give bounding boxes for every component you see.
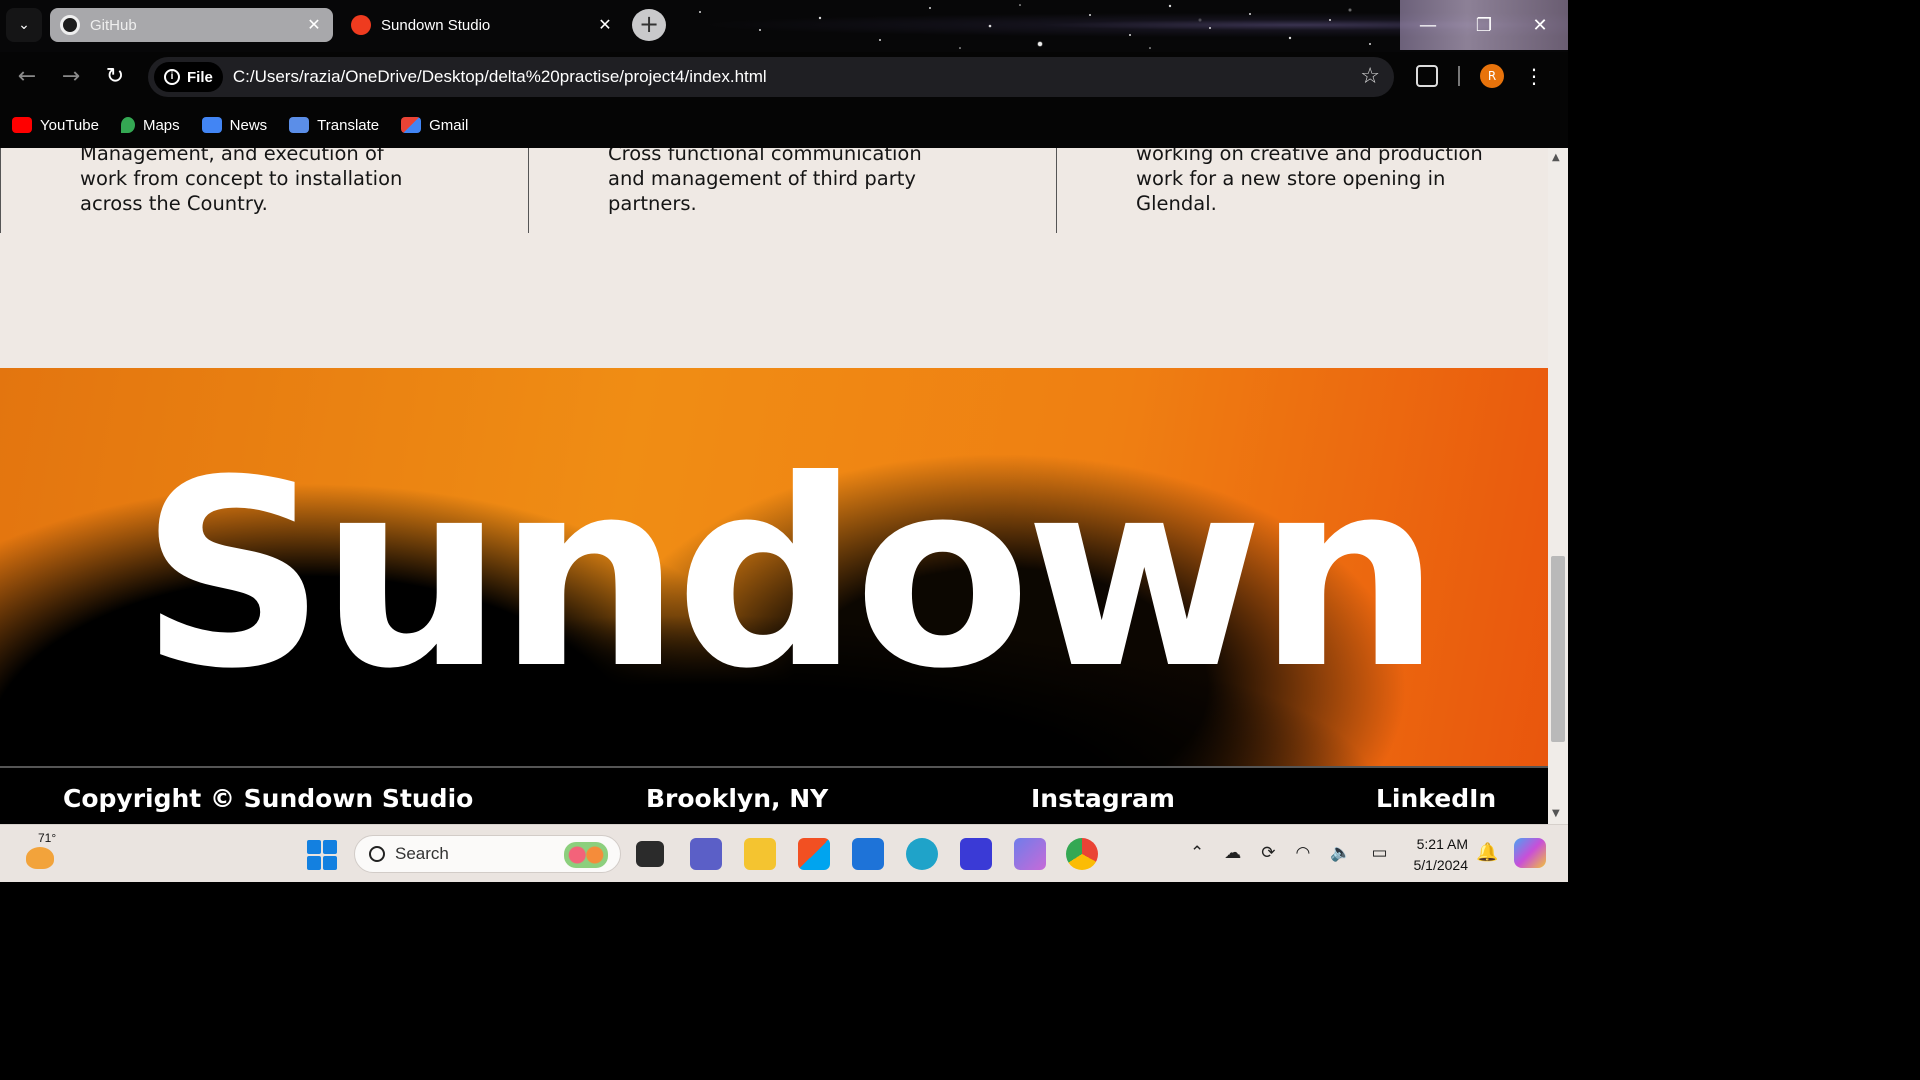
service-cards: Management, and execution of work from c… <box>0 148 1548 233</box>
service-card: Management, and execution of work from c… <box>0 148 529 233</box>
close-tab-icon[interactable]: ✕ <box>305 15 323 35</box>
volume-icon[interactable]: 🔈 <box>1330 843 1351 863</box>
extensions-icon[interactable] <box>1416 65 1438 87</box>
bookmark-news[interactable]: News <box>201 117 267 134</box>
info-icon: i <box>164 69 180 85</box>
footer-location: Brooklyn, NY <box>646 784 829 813</box>
microsoft-store-icon[interactable] <box>798 838 830 870</box>
close-tab-icon[interactable]: ✕ <box>596 15 614 35</box>
forward-arrow-icon[interactable]: → <box>56 62 86 92</box>
github-icon <box>60 15 80 35</box>
site-footer: Copyright © Sundown Studio Brooklyn, NY … <box>0 766 1548 824</box>
sundown-favicon-icon <box>351 15 371 35</box>
weather-icon <box>26 847 54 869</box>
teams-icon[interactable] <box>690 838 722 870</box>
onedrive-icon[interactable]: ☁ <box>1224 843 1241 863</box>
restore-icon[interactable]: ❐ <box>1456 0 1512 50</box>
bookmarks-bar: YouTube Maps News Translate Gmail <box>0 102 1568 148</box>
tab-github[interactable]: GitHub ✕ <box>50 8 333 42</box>
browser-toolbar: ← → ↻ i File C:/Users/razia/OneDrive/Des… <box>0 52 1568 102</box>
tab-sundown-studio[interactable]: Sundown Studio ✕ <box>341 8 624 42</box>
task-view-icon[interactable] <box>636 841 664 867</box>
scrollbar-thumb[interactable] <box>1551 556 1565 742</box>
news-icon <box>201 117 222 133</box>
bookmark-gmail[interactable]: Gmail <box>401 117 468 134</box>
profile-avatar[interactable]: R <box>1480 64 1504 88</box>
chevron-up-icon[interactable]: ⌃ <box>1190 843 1204 863</box>
chrome-icon[interactable] <box>1066 838 1098 870</box>
copilot-icon[interactable] <box>1514 838 1546 868</box>
mail-icon[interactable] <box>852 838 884 870</box>
taskbar-clock[interactable]: 5:21 AM 5/1/2024 <box>1400 834 1469 876</box>
youtube-icon <box>12 117 32 133</box>
code-editor-icon[interactable] <box>960 838 992 870</box>
page-scrollbar[interactable]: ▲ ▼ <box>1548 148 1568 824</box>
copilot-app-icon[interactable] <box>1014 838 1046 870</box>
url-text[interactable]: C:/Users/razia/OneDrive/Desktop/delta%20… <box>233 67 767 87</box>
hero-brand-title: Sundown <box>140 425 1441 725</box>
page-viewport: Management, and execution of work from c… <box>0 148 1548 824</box>
search-highlight-icon <box>564 842 608 868</box>
more-menu-icon[interactable]: ⋮ <box>1524 64 1544 88</box>
system-tray: ⌃ ☁ ⟳ ◠ 🔈 ▭ <box>1190 843 1388 863</box>
card-description: Cross functional communication and manag… <box>608 148 922 215</box>
footer-linkedin-link[interactable]: LinkedIn <box>1376 784 1496 813</box>
back-arrow-icon[interactable]: ← <box>12 62 42 92</box>
sync-icon[interactable]: ⟳ <box>1261 843 1275 863</box>
tab-title: Sundown Studio <box>381 16 491 34</box>
translate-icon <box>289 117 310 133</box>
tab-search-button[interactable]: ⌄ <box>6 8 42 42</box>
scroll-down-icon[interactable]: ▼ <box>1552 808 1560 819</box>
bookmark-star-icon[interactable]: ☆ <box>1360 64 1380 89</box>
tab-title: GitHub <box>90 16 137 34</box>
weather-widget[interactable]: 71° <box>22 831 62 873</box>
edge-icon[interactable] <box>906 838 938 870</box>
clock-date: 5/1/2024 <box>1413 857 1469 873</box>
notification-bell-icon[interactable]: 🔔 <box>1476 842 1498 863</box>
minimize-icon[interactable]: — <box>1400 0 1456 50</box>
scroll-up-icon[interactable]: ▲ <box>1552 152 1560 163</box>
site-info-chip[interactable]: i File <box>154 62 223 92</box>
close-window-icon[interactable]: ✕ <box>1512 0 1568 50</box>
gmail-icon <box>401 117 422 133</box>
card-description: Management, and execution of work from c… <box>80 148 403 215</box>
new-tab-button[interactable]: + <box>632 9 666 41</box>
bookmark-maps[interactable]: Maps <box>120 117 180 134</box>
reload-icon[interactable]: ↻ <box>100 62 130 92</box>
maps-icon <box>120 117 135 133</box>
search-icon <box>369 846 385 862</box>
weather-temperature: 71° <box>36 831 59 845</box>
taskbar-search[interactable]: Search <box>354 835 621 873</box>
start-button[interactable] <box>307 840 337 870</box>
browser-titlebar: ⌄ GitHub ✕ Sundown Studio ✕ + — ❐ ✕ <box>0 0 1568 52</box>
service-card: working on creative and production work … <box>1056 148 1548 233</box>
bookmark-translate[interactable]: Translate <box>289 117 379 134</box>
bookmark-youtube[interactable]: YouTube <box>12 117 99 134</box>
card-description: working on creative and production work … <box>1136 148 1483 215</box>
windows-taskbar: 71° Search ⌃ ☁ ⟳ ◠ 🔈 ▭ 5:21 AM 5/1/2024 … <box>0 824 1568 882</box>
footer-instagram-link[interactable]: Instagram <box>1031 784 1175 813</box>
footer-hero: Sundown <box>0 368 1548 766</box>
service-card: Cross functional communication and manag… <box>528 148 1057 233</box>
wifi-icon[interactable]: ◠ <box>1296 843 1311 863</box>
footer-copyright: Copyright © Sundown Studio <box>63 784 474 813</box>
file-explorer-icon[interactable] <box>744 838 776 870</box>
battery-icon[interactable]: ▭ <box>1372 843 1388 863</box>
clock-time: 5:21 AM <box>1416 836 1468 852</box>
address-bar[interactable]: i File C:/Users/razia/OneDrive/Desktop/d… <box>148 57 1394 97</box>
